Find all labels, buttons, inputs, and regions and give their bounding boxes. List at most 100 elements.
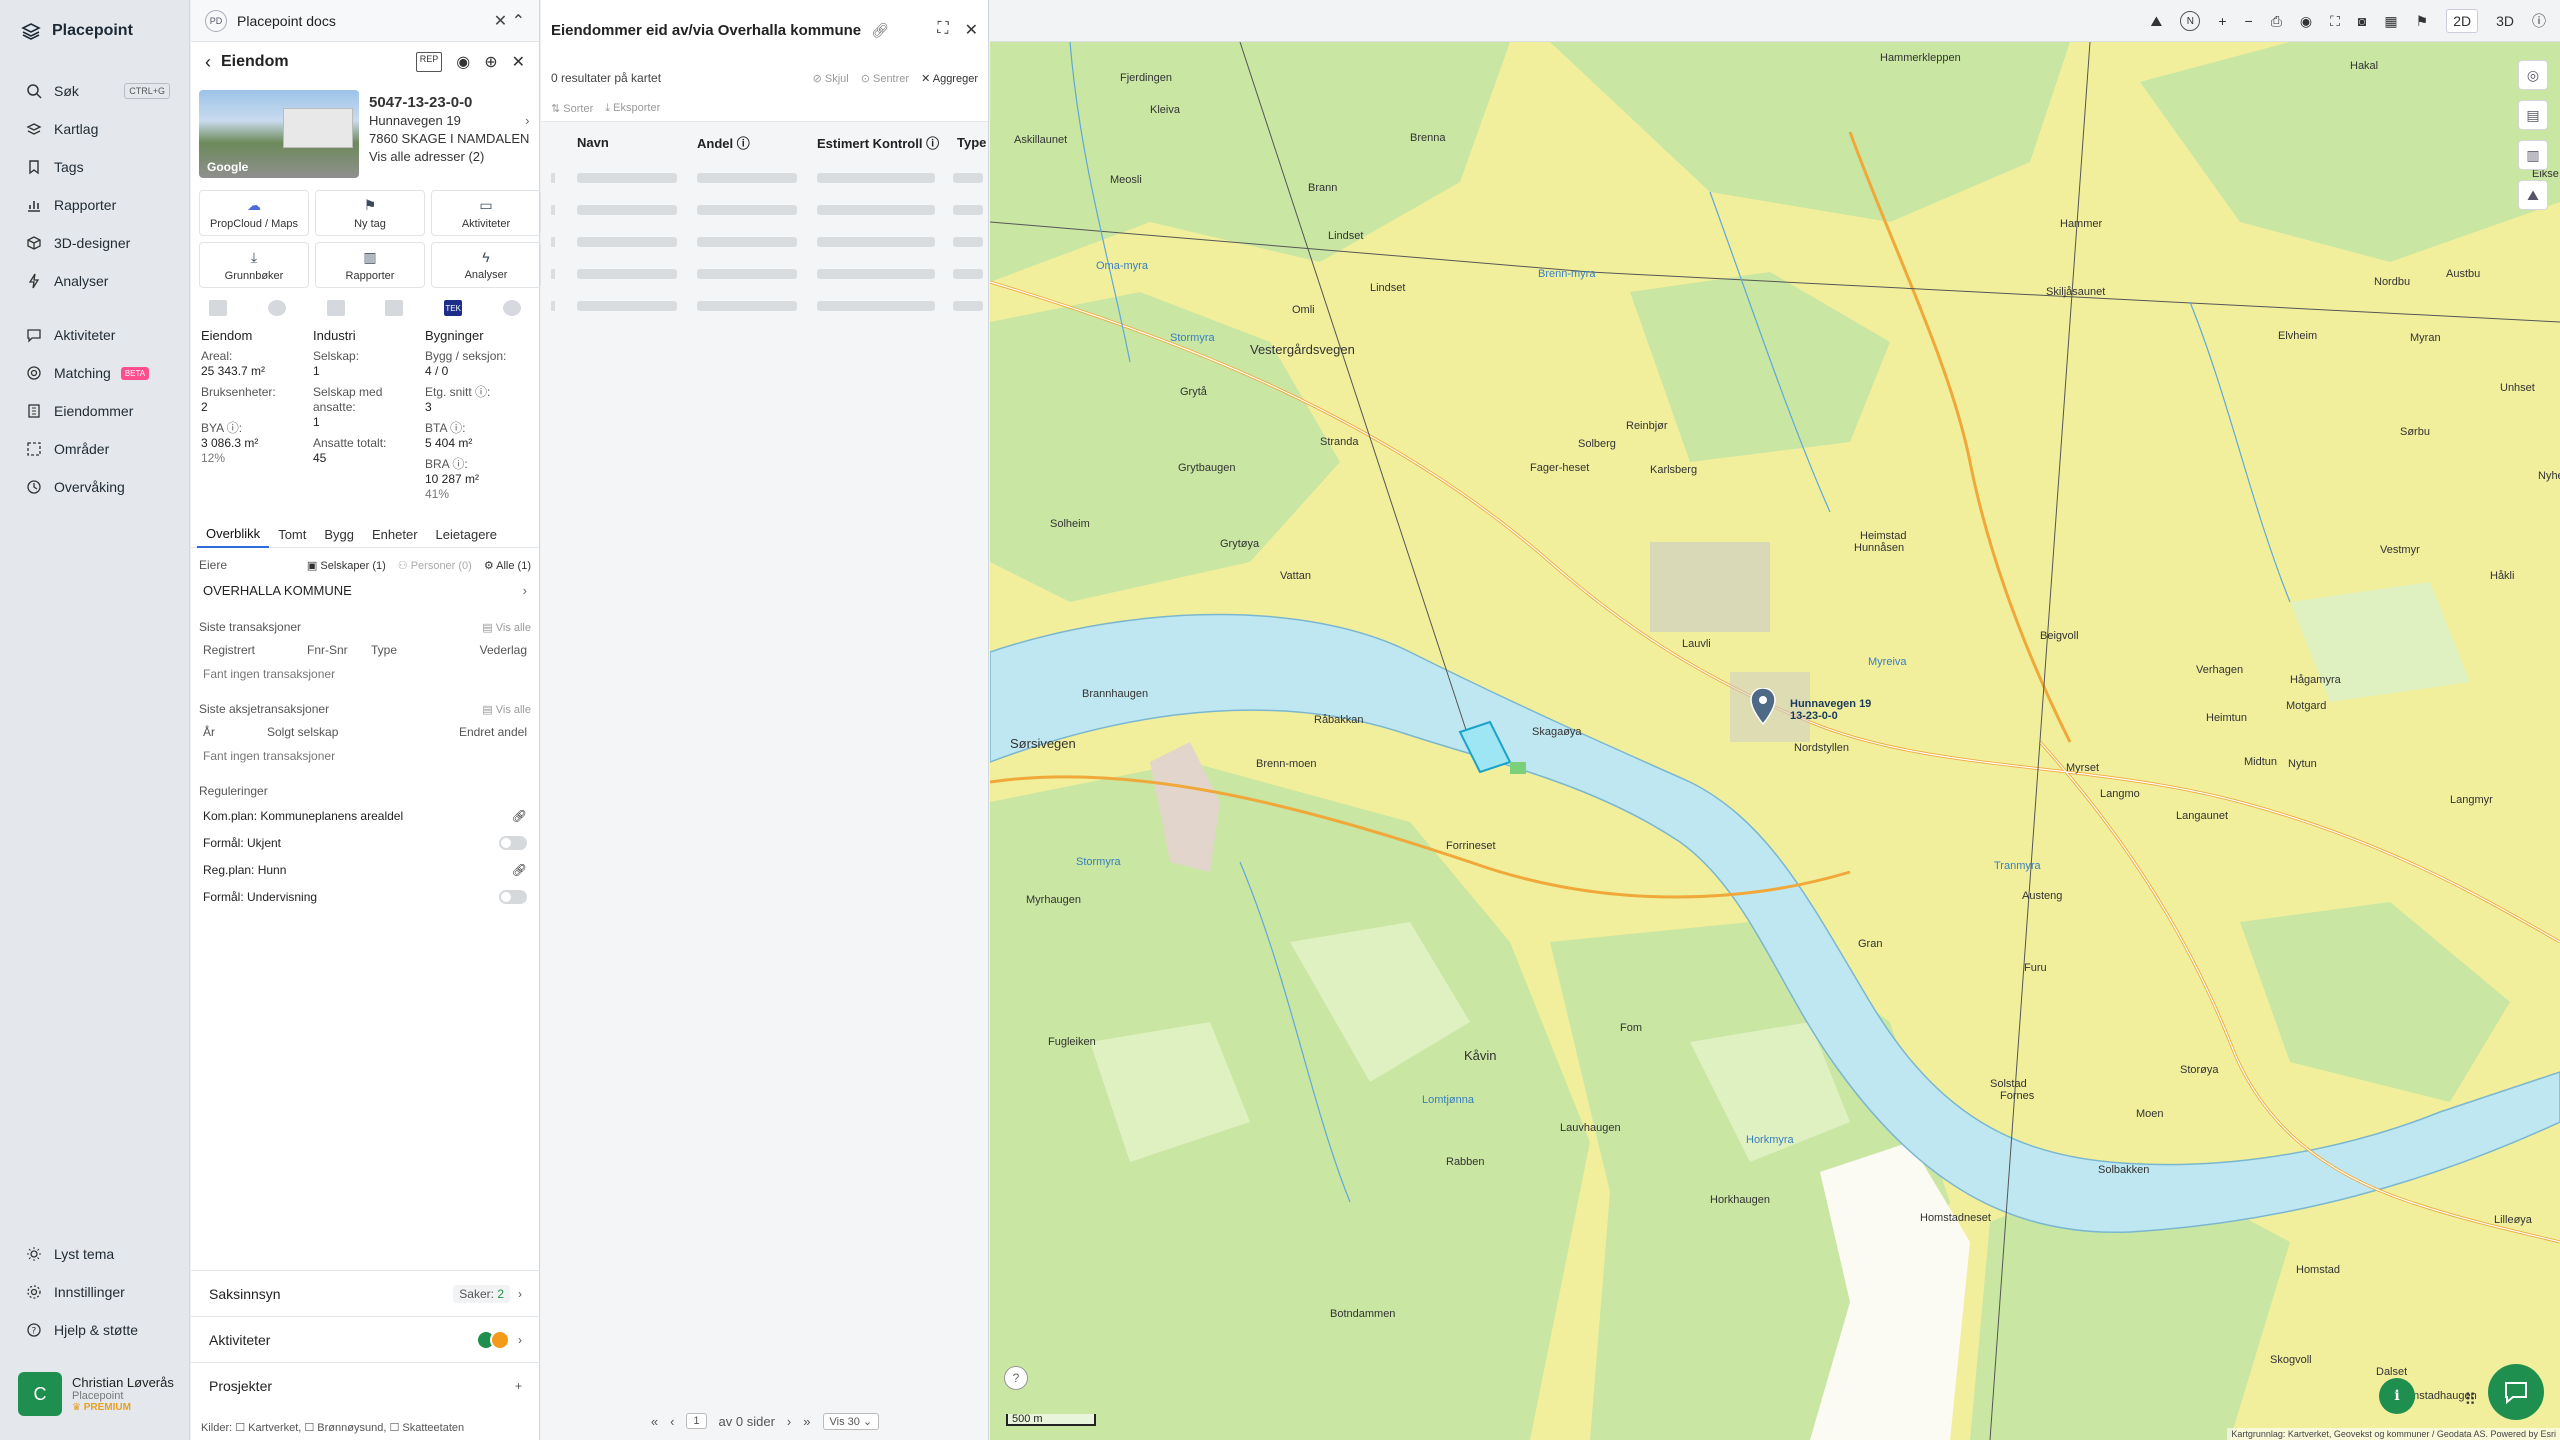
nav-item-analyser[interactable]: Analyser (0, 262, 190, 300)
column-kontroll[interactable]: Estimert Kontroll ⓘ (817, 133, 957, 152)
source-logo-icon[interactable] (326, 300, 345, 316)
crosshair-icon[interactable]: ⊕ (484, 52, 497, 72)
column-andel[interactable]: Andel ⓘ (697, 133, 817, 152)
center-button[interactable]: ⊙ Sentrer (861, 72, 909, 85)
tek-badge[interactable]: TEK (444, 300, 463, 316)
activities-button[interactable]: ▭ Aktiviteter (431, 190, 541, 236)
tab-leietagere[interactable]: Leietagere (427, 520, 506, 548)
info-button[interactable]: i (2379, 1378, 2415, 1414)
toggle[interactable] (499, 889, 527, 904)
print-icon[interactable]: ⎙ (2271, 13, 2282, 30)
first-page-icon[interactable]: « (651, 1414, 658, 1429)
next-page-icon[interactable]: › (787, 1414, 791, 1429)
fullscreen-icon[interactable]: ⛶ (2330, 13, 2340, 30)
nav-item-matching[interactable]: Matching BETA (0, 354, 190, 392)
tab-tomt[interactable]: Tomt (269, 520, 315, 548)
expand-icon[interactable]: ⛶ (937, 20, 948, 40)
prev-page-icon[interactable]: ‹ (670, 1414, 674, 1429)
info-icon[interactable]: ⓘ (2532, 11, 2546, 31)
nav-item-overvaking[interactable]: Overvåking (0, 468, 190, 506)
nav-item-omrader[interactable]: Områder (0, 430, 190, 468)
sort-button[interactable]: ⇅ Sorter (551, 102, 593, 115)
nav-item-innstillinger[interactable]: Innstillinger (0, 1273, 190, 1311)
brand[interactable]: Placepoint (20, 20, 133, 42)
regulation-row[interactable]: Formål: Undervisning (199, 883, 531, 910)
mode-2d-button[interactable]: 2D (2446, 9, 2479, 33)
filter-companies[interactable]: ▣ Selskaper (1) (307, 559, 386, 572)
last-page-icon[interactable]: » (803, 1414, 810, 1429)
show-all-link[interactable]: ▤ Vis alle (482, 621, 531, 634)
compass-icon[interactable]: N (2180, 11, 2201, 31)
nav-item-aktiviteter[interactable]: Aktiviteter (0, 316, 190, 354)
mode-3d-button[interactable]: 3D (2496, 13, 2514, 29)
zoom-in-icon[interactable]: + (2218, 13, 2226, 29)
nav-item-lyst-tema[interactable]: Lyst tema (0, 1235, 190, 1273)
regulation-row[interactable]: Formål: Ukjent (199, 829, 531, 856)
toggle[interactable] (499, 835, 527, 850)
street-view-photo[interactable]: Google (199, 90, 359, 178)
propcloud-button[interactable]: ☁ PropCloud / Maps (199, 190, 309, 236)
export-button[interactable]: ⤓ Eksporter (605, 102, 660, 115)
link-icon[interactable]: 🔗︎ (512, 809, 527, 823)
source-logo-icon[interactable] (502, 300, 521, 316)
help-icon[interactable]: ? (1004, 1366, 1028, 1390)
link-icon[interactable]: 🔗︎ (512, 863, 527, 877)
source-logo-icon[interactable] (267, 300, 286, 316)
nav-item-search[interactable]: Søk CTRL+G (0, 72, 190, 110)
accordion-saksinnsyn[interactable]: Saksinnsyn Saker: 2 › (191, 1270, 540, 1316)
filter-all[interactable]: ⚙ Alle (1) (484, 559, 531, 572)
map-tool-terrain-icon[interactable]: ⛰ (2518, 180, 2548, 210)
regulation-row[interactable]: Reg.plan: Hunn 🔗︎ (199, 856, 531, 883)
accordion-prosjekter[interactable]: Prosjekter + (191, 1362, 540, 1408)
nav-item-hjelp[interactable]: ? Hjelp & støtte (0, 1311, 190, 1349)
back-icon[interactable]: ‹ (205, 52, 211, 73)
bookmark-icon[interactable]: ⚑ (2416, 13, 2429, 30)
chat-button[interactable] (2488, 1364, 2544, 1420)
nav-item-3d-designer[interactable]: 3D-designer (0, 224, 190, 262)
page-input[interactable]: 1 (686, 1413, 707, 1429)
layers-3d-icon[interactable]: ⛰ (2151, 13, 2163, 30)
source-logo-icon[interactable] (209, 300, 227, 316)
aggregate-button[interactable]: ✕ Aggreger (921, 72, 978, 85)
grunnboker-button[interactable]: ⤓ Grunnbøker (199, 242, 309, 288)
map-tool-measure-icon[interactable]: ◎ (2518, 60, 2548, 90)
close-icon[interactable]: ✕ (965, 20, 978, 40)
report-badge-icon[interactable]: REP (415, 52, 443, 72)
analyses-button[interactable]: ϟ Analyser (431, 242, 541, 288)
eye-icon[interactable]: ◉ (2300, 13, 2312, 30)
regulation-row[interactable]: Kom.plan: Kommuneplanens arealdel 🔗︎ (199, 802, 531, 829)
map-canvas[interactable]: Hunnavegen 19 13-23-0-0 Hammerkleppen Ha… (990, 42, 2560, 1440)
nav-item-tags[interactable]: Tags (0, 148, 190, 186)
column-type[interactable]: Type (957, 135, 986, 150)
all-addresses-link[interactable]: Vis alle adresser (2) (369, 148, 529, 166)
camera-icon[interactable]: ◙ (2358, 13, 2366, 29)
nav-item-kartlag[interactable]: Kartlag (0, 110, 190, 148)
source-logo-icon[interactable] (385, 300, 404, 316)
hide-button[interactable]: ⊘ Skjul (813, 72, 849, 85)
drag-handle-icon[interactable]: ⠿ (2464, 1390, 2476, 1410)
filter-persons[interactable]: ⚇ Personer (0) (398, 559, 472, 572)
nav-item-rapporter[interactable]: Rapporter (0, 186, 190, 224)
nav-item-eiendommer[interactable]: Eiendommer (0, 392, 190, 430)
accordion-aktiviteter[interactable]: Aktiviteter › (191, 1316, 540, 1362)
property-address[interactable]: Hunnavegen 19 › (369, 112, 529, 130)
grid-icon[interactable]: ▦ (2384, 13, 2397, 30)
close-icon[interactable]: ✕ ⌃ (494, 11, 525, 31)
owner-row[interactable]: OVERHALLA KOMMUNE › (199, 576, 531, 604)
doc-tab-title[interactable]: Placepoint docs (237, 13, 336, 29)
column-navn[interactable]: Navn (577, 135, 697, 150)
zoom-out-icon[interactable]: − (2245, 13, 2253, 29)
reports-button[interactable]: ▥ Rapporter (315, 242, 425, 288)
map-tool-layers-icon[interactable]: ▤ (2518, 100, 2548, 130)
tab-overblikk[interactable]: Overblikk (197, 520, 270, 548)
close-icon[interactable]: ✕ (512, 52, 525, 72)
tab-enheter[interactable]: Enheter (363, 520, 427, 548)
link-icon[interactable]: 🔗︎ (871, 22, 889, 39)
location-pin-icon[interactable] (1750, 688, 1776, 726)
user-card[interactable]: C Christian Løverås Placepoint ♛ PREMIUM (18, 1372, 174, 1416)
plus-icon[interactable]: + (515, 1379, 522, 1393)
eye-icon[interactable]: ◉ (456, 52, 470, 72)
show-all-link[interactable]: ▤ Vis alle (482, 703, 531, 716)
tab-bygg[interactable]: Bygg (315, 520, 363, 548)
per-page-select[interactable]: Vis 30 ⌄ (822, 1412, 880, 1430)
